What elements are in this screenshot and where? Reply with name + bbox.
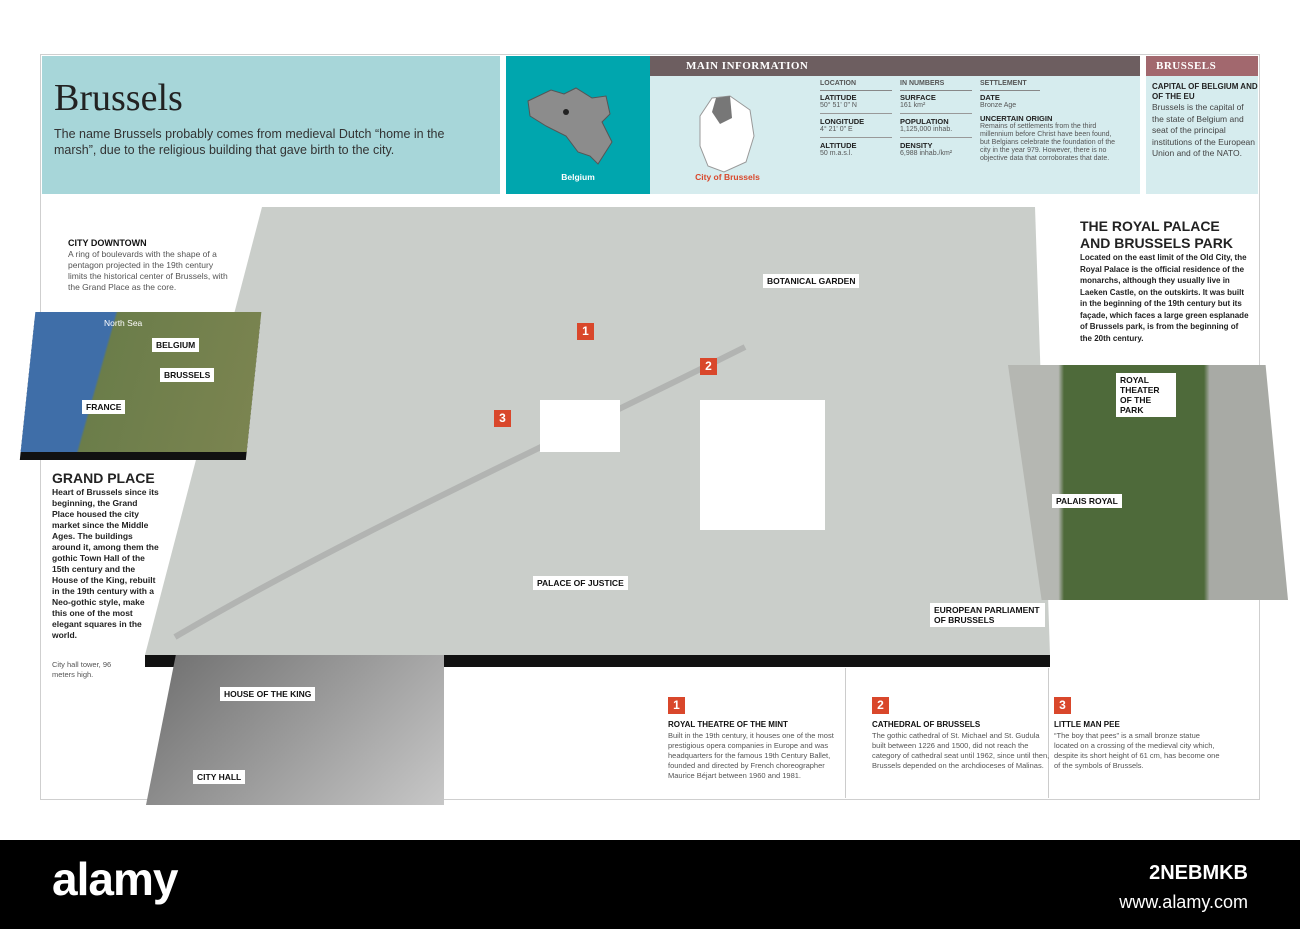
point-info-3: 3 LITTLE MAN PEE “The boy that pees” is a … bbox=[1054, 697, 1220, 770]
brussels-capital-box: BRUSSELS CAPITAL OF BELGIUM AND OF THE E… bbox=[1146, 56, 1258, 194]
brussels-box-header: BRUSSELS bbox=[1146, 56, 1258, 76]
city-hall-caption: City hall tower, 96 meters high. bbox=[52, 660, 112, 679]
numbers-column: IN NUMBERS SURFACE 161 km² POPULATION 1,12… bbox=[900, 80, 972, 165]
label-brussels: BRUSSELS bbox=[160, 368, 215, 382]
alamy-logo: alamy bbox=[52, 853, 178, 905]
location-column: LOCATION LATITUDE 50° 51' 0" N LONGITUDE 4… bbox=[820, 80, 892, 165]
label-belgium: BELGIUM bbox=[152, 338, 200, 352]
region-inset-map bbox=[20, 312, 262, 452]
belgium-label: Belgium bbox=[561, 172, 595, 182]
grand-place-cutout bbox=[540, 400, 620, 452]
city-downtown-note: CITY DOWNTOWN A ring of boulevards with t… bbox=[68, 238, 228, 292]
marker-3[interactable]: 3 bbox=[494, 410, 511, 427]
settlement-column: SETTLEMENT DATE Bronze Age UNCERTAIN ORIG… bbox=[980, 80, 1116, 162]
intro-text: The name Brussels probably comes from me… bbox=[54, 127, 445, 157]
grand-place-inset bbox=[146, 655, 444, 805]
watermark-bar: alamy 2NEBMKB www.alamy.com bbox=[0, 840, 1300, 929]
label-royal-theater: ROYAL THEATER OF THE PARK bbox=[1116, 373, 1176, 417]
brussels-box-text: Brussels is the capital of the state of … bbox=[1152, 102, 1256, 158]
royal-palace-cutout bbox=[700, 400, 825, 530]
city-label: City of Brussels bbox=[695, 172, 760, 182]
watermark-url: www.alamy.com bbox=[1119, 892, 1248, 912]
label-palace-of-justice: PALACE OF JUSTICE bbox=[533, 576, 628, 590]
aerial-city-map bbox=[145, 207, 1095, 667]
city-locator-map: City of Brussels bbox=[650, 76, 805, 194]
label-north-sea: North Sea bbox=[104, 318, 143, 328]
page-title: Brussels bbox=[54, 77, 183, 119]
intro-panel: Brussels The name Brussels probably come… bbox=[42, 56, 500, 194]
marker-1[interactable]: 1 bbox=[577, 323, 594, 340]
label-house-of-king: HOUSE OF THE KING bbox=[220, 687, 316, 701]
main-info-header: MAIN INFORMATION bbox=[650, 56, 1140, 76]
image-id: 2NEBMKB bbox=[1149, 862, 1248, 884]
label-palais-royal: PALAIS ROYAL bbox=[1052, 494, 1122, 508]
belgium-locator-map: Belgium bbox=[506, 56, 650, 194]
point-info-1: 1 ROYAL THEATRE OF THE MINT Built in the 1… bbox=[668, 697, 834, 780]
point-info-2: 2 CATHEDRAL OF BRUSSELS The gothic cathedr… bbox=[872, 697, 1050, 770]
marker-2[interactable]: 2 bbox=[700, 358, 717, 375]
label-city-hall: CITY HALL bbox=[193, 770, 246, 784]
label-botanical-garden: BOTANICAL GARDEN bbox=[763, 274, 860, 288]
grand-place-note: GRAND PLACE Heart of Brussels since its b… bbox=[52, 470, 159, 640]
royal-palace-note: THE ROYAL PALACE AND BRUSSELS PARK Locate… bbox=[1080, 218, 1249, 343]
label-european-parliament: EUROPEAN PARLIAMENT OF BRUSSELS bbox=[930, 603, 1045, 627]
label-france: FRANCE bbox=[82, 400, 126, 414]
brussels-box-title: CAPITAL OF BELGIUM AND OF THE EU bbox=[1152, 82, 1258, 101]
